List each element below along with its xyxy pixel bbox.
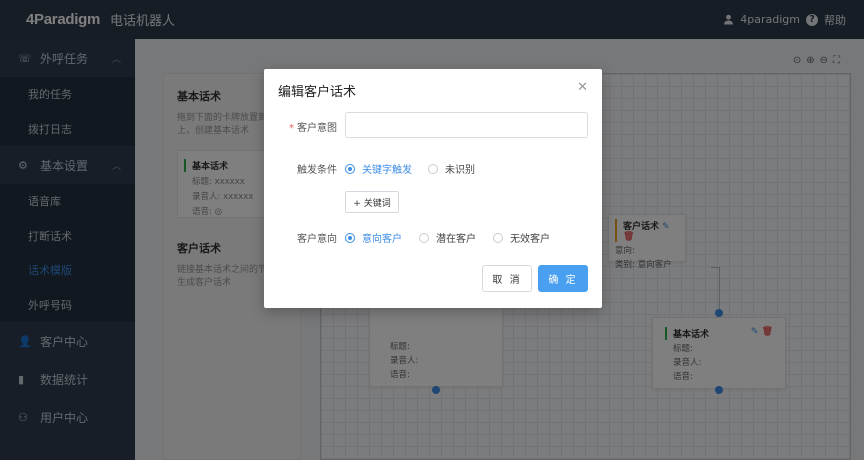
trigger-keyword-radio[interactable]: 关键字触发 bbox=[345, 161, 412, 176]
edit-customer-script-dialog: 编辑客户话术 ✕ * 客户意图 触发条件 关键字触发 未识别 + 关键词 客户意向… bbox=[264, 69, 602, 308]
trigger-label: 触发条件 bbox=[297, 165, 337, 176]
cancel-button[interactable]: 取 消 bbox=[482, 265, 532, 292]
direction-label: 客户意向 bbox=[297, 234, 337, 245]
trigger-unrecognized-radio[interactable]: 未识别 bbox=[428, 161, 475, 176]
intent-input[interactable] bbox=[345, 112, 588, 138]
dialog-title: 编辑客户话术 bbox=[278, 85, 357, 100]
direction-intent-radio[interactable]: 意向客户 bbox=[345, 230, 402, 245]
direction-potential-radio[interactable]: 潜在客户 bbox=[419, 230, 476, 245]
add-keyword-button[interactable]: + 关键词 bbox=[345, 191, 399, 213]
confirm-button[interactable]: 确 定 bbox=[538, 265, 588, 292]
intent-label: * 客户意图 bbox=[289, 123, 337, 134]
close-icon[interactable]: ✕ bbox=[577, 80, 588, 95]
direction-invalid-radio[interactable]: 无效客户 bbox=[493, 230, 550, 245]
